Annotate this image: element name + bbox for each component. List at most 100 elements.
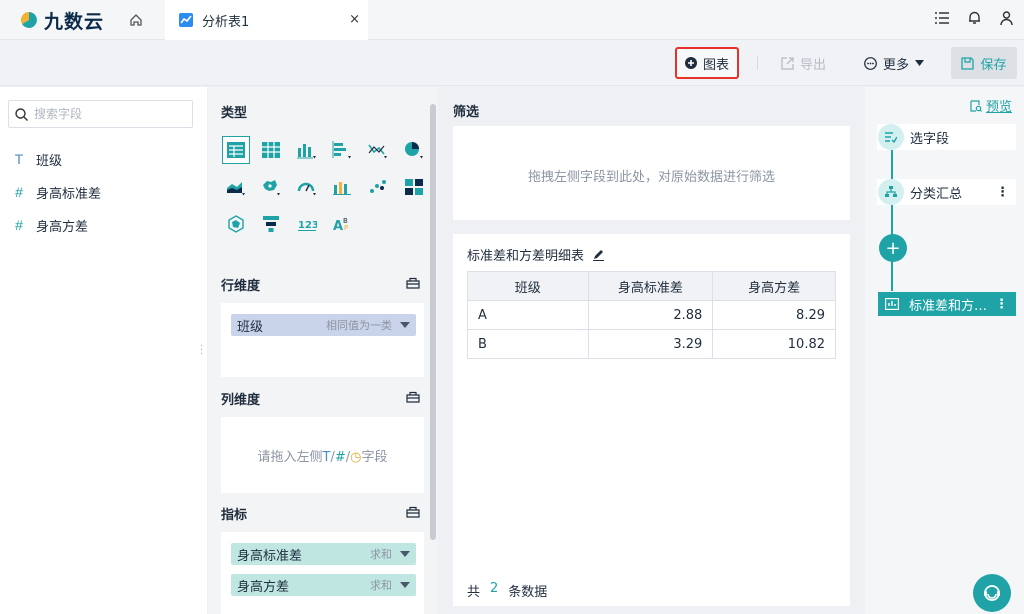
metric-pill[interactable]: 身高标准差 求和	[231, 543, 416, 565]
save-icon	[961, 56, 975, 70]
map-chart-type-icon[interactable]	[257, 173, 285, 201]
toolbox-icon[interactable]	[406, 506, 420, 518]
user-icon[interactable]	[998, 10, 1014, 26]
text-type-icon: T	[14, 151, 24, 167]
column-drop-hint: 请拖入左侧T/#/◷字段	[257, 450, 388, 465]
pill-label: 班级	[237, 319, 264, 335]
svg-text:P: P	[344, 224, 348, 232]
tab-analysis-1[interactable]: 分析表1 ×	[165, 0, 368, 40]
data-table: 班级 身高标准差 身高方差 A 2.88 8.29 B 3.29 10.82	[467, 271, 836, 359]
close-icon[interactable]: ×	[349, 12, 360, 27]
number-type-icon: #	[15, 217, 23, 233]
export-icon	[781, 56, 794, 70]
more-button[interactable]: 更多	[864, 47, 925, 79]
metric-pill[interactable]: 身高方差 求和	[231, 574, 416, 596]
node-label: 标准差和方…	[909, 298, 988, 314]
kpi-number-type-icon[interactable]: 123	[293, 210, 321, 238]
preview-icon	[970, 99, 982, 112]
preview-link[interactable]: 预览	[970, 96, 1012, 115]
home-icon[interactable]	[126, 10, 146, 30]
edit-icon[interactable]	[592, 248, 605, 261]
app-logo[interactable]: 九数云	[18, 7, 104, 34]
type-title: 类型	[221, 106, 248, 121]
table-chart-icon	[885, 298, 899, 310]
svg-text:A: A	[333, 219, 343, 233]
gauge-chart-type-icon[interactable]	[293, 173, 321, 201]
line-chart-icon	[179, 13, 193, 27]
field-item-height-std[interactable]: # 身高标准差	[12, 182, 101, 202]
task-list-icon[interactable]	[934, 10, 950, 26]
config-scrollbar[interactable]	[430, 104, 436, 540]
hierarchy-icon	[878, 179, 904, 205]
horizontal-bar-type-icon[interactable]	[328, 136, 356, 164]
save-label: 保存	[980, 57, 1007, 73]
column-dimension-zone[interactable]: 请拖入左侧T/#/◷字段	[221, 417, 424, 493]
export-label: 导出	[800, 57, 827, 73]
area-chart-type-icon[interactable]	[222, 173, 250, 201]
grouped-table-type-icon[interactable]	[257, 136, 285, 164]
detail-table-type-icon[interactable]	[222, 136, 250, 164]
table-cell: 2.88	[587, 300, 714, 330]
flow-connector	[891, 205, 893, 235]
field-item-class[interactable]: T 班级	[12, 149, 62, 169]
field-search[interactable]	[8, 100, 193, 128]
table-row: B 3.29 10.82	[467, 329, 836, 359]
metrics-zone[interactable]: 身高标准差 求和 身高方差 求和	[221, 532, 424, 614]
column-header[interactable]: 班级	[467, 271, 589, 301]
field-panel: T 班级 # 身高标准差 # 身高方差	[0, 87, 207, 614]
row-dimension-zone[interactable]: 班级 相同值为一类	[221, 303, 424, 377]
combo-chart-type-icon[interactable]	[328, 173, 356, 201]
save-button[interactable]: 保存	[951, 47, 1017, 79]
column-header[interactable]: 身高方差	[712, 271, 836, 301]
toolbar: 图表 导出 更多 保存	[0, 40, 1024, 86]
add-step-button[interactable]: +	[879, 234, 907, 262]
table-cell: 3.29	[587, 329, 714, 359]
flow-connector	[891, 149, 893, 179]
flow-node-group-summary[interactable]: 分类汇总 ⋮	[877, 179, 1016, 205]
export-button[interactable]: 导出	[781, 47, 826, 79]
kebab-menu-icon[interactable]: ⋮	[996, 185, 1009, 200]
scatter-chart-type-icon[interactable]	[364, 173, 392, 201]
table-cell: B	[467, 329, 589, 359]
caret-down-icon[interactable]	[400, 582, 410, 588]
line-chart-type-icon[interactable]	[364, 136, 392, 164]
column-dimension-title: 列维度	[221, 393, 261, 408]
caret-down-icon[interactable]	[400, 551, 410, 557]
filter-title: 筛选	[453, 105, 480, 120]
filter-drop-zone[interactable]: 拖拽左侧字段到此处，对原始数据进行筛选	[453, 126, 850, 220]
table-cell: A	[467, 300, 589, 330]
field-item-height-var[interactable]: # 身高方差	[12, 215, 88, 235]
bell-icon[interactable]	[966, 10, 982, 26]
flow-node-result-table[interactable]: 标准差和方… ⋮	[878, 292, 1016, 316]
tab-label: 分析表1	[202, 14, 250, 30]
more-label: 更多	[883, 57, 910, 73]
toolbox-icon[interactable]	[406, 391, 420, 403]
bar-chart-type-icon[interactable]	[293, 136, 321, 164]
flow-connector	[891, 261, 893, 291]
text-widget-type-icon[interactable]: ABP	[328, 210, 356, 238]
node-label: 分类汇总	[910, 186, 963, 202]
filter-hint: 拖拽左侧字段到此处，对原始数据进行筛选	[527, 170, 775, 185]
plus-circle-icon	[684, 57, 697, 69]
radar-chart-type-icon[interactable]	[222, 210, 250, 238]
search-icon	[15, 107, 28, 121]
caret-down-icon[interactable]	[400, 322, 410, 328]
dashboard-tiles-type-icon[interactable]	[400, 173, 428, 201]
panel-resize-handle[interactable]: · · ·	[200, 342, 203, 360]
svg-text:123: 123	[298, 220, 317, 231]
kebab-menu-icon[interactable]: ⋮	[995, 297, 1008, 312]
toolbox-icon[interactable]	[406, 277, 420, 289]
flow-node-select-fields[interactable]: 选字段	[877, 124, 1016, 150]
search-input[interactable]	[34, 107, 174, 121]
more-icon	[864, 56, 877, 70]
row-dimension-pill[interactable]: 班级 相同值为一类	[231, 314, 416, 336]
pill-aggregation: 求和	[370, 548, 392, 561]
toolbar-divider	[757, 56, 758, 70]
funnel-chart-type-icon[interactable]	[257, 210, 285, 238]
flow-panel: 预览 选字段 分类汇总 ⋮ + 标准差和方… ⋮	[865, 87, 1024, 614]
config-panel: 类型 123 A B P 行维度 班级 相同值为一类 列维度 请拖入左侧T/#/…	[208, 87, 438, 614]
pie-chart-type-icon[interactable]	[400, 136, 428, 164]
add-chart-button[interactable]: 图表	[675, 47, 739, 79]
help-chat-button[interactable]	[973, 574, 1011, 612]
column-header[interactable]: 身高标准差	[587, 271, 714, 301]
